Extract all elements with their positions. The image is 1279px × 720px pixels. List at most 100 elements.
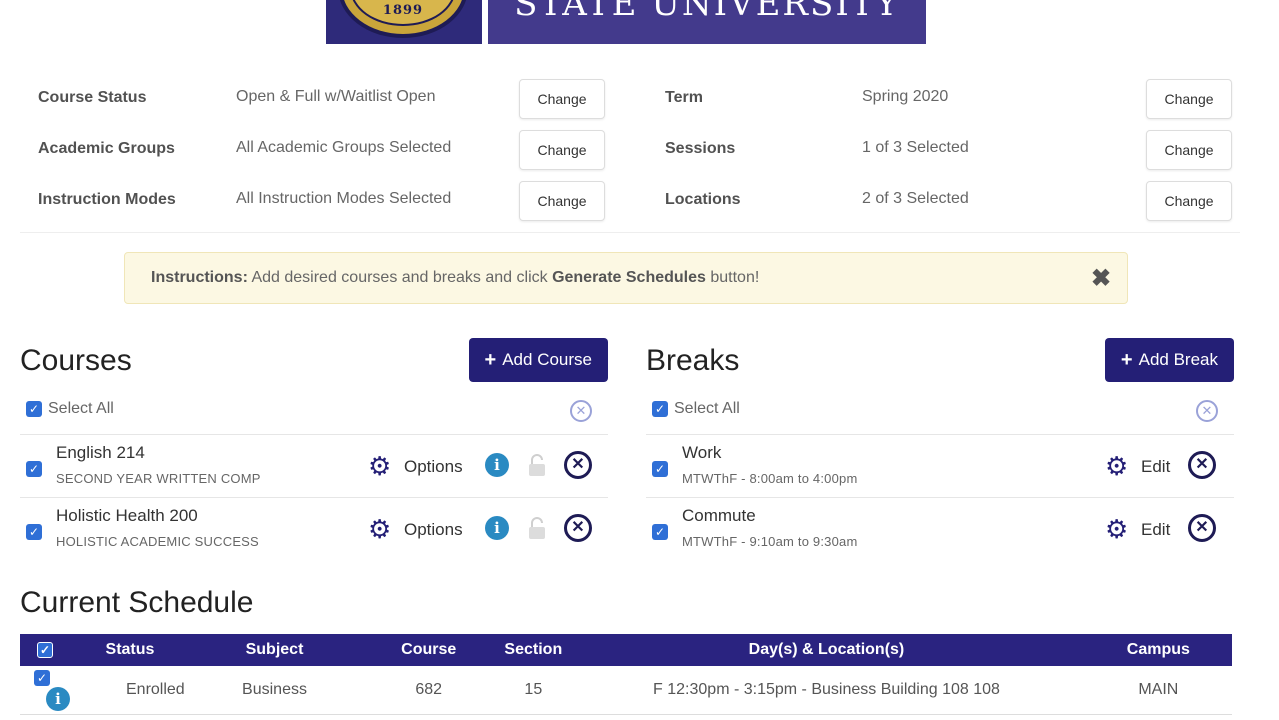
cell-subject: Business bbox=[189, 666, 360, 715]
gear-icon[interactable]: ⚙ bbox=[1105, 516, 1128, 542]
checkbox-checked-icon[interactable]: ✓ bbox=[34, 669, 50, 686]
add-break-label: Add Break bbox=[1138, 350, 1218, 369]
course-options-button[interactable]: Options bbox=[404, 520, 463, 540]
university-name-box: STATE UNIVERSITY bbox=[488, 0, 926, 44]
select-all-label: Select All bbox=[674, 400, 740, 417]
filter-value: All Academic Groups Selected bbox=[236, 139, 452, 156]
column-header-campus[interactable]: Campus bbox=[1084, 634, 1232, 666]
change-sessions-button[interactable]: Change bbox=[1146, 130, 1232, 170]
change-academic-groups-button[interactable]: Change bbox=[519, 130, 605, 170]
checkbox-checked-icon[interactable]: ✓ bbox=[652, 401, 668, 417]
instructions-text-before: Add desired courses and breaks and click bbox=[247, 269, 553, 286]
cell-days-location: F 12:30pm - 3:15pm - Business Building 1… bbox=[568, 666, 1085, 715]
clear-all-courses-icon[interactable]: ✕ bbox=[570, 400, 592, 422]
info-icon[interactable]: i bbox=[485, 516, 509, 540]
filter-academic-groups: Academic Groups bbox=[38, 129, 175, 169]
filter-label: Term bbox=[665, 89, 703, 106]
instructions-text-after: button! bbox=[705, 269, 760, 286]
filter-value: All Instruction Modes Selected bbox=[236, 190, 452, 207]
close-icon[interactable]: ✖ bbox=[1089, 267, 1113, 291]
column-header-subject[interactable]: Subject bbox=[189, 634, 360, 666]
checkbox-checked-icon[interactable]: ✓ bbox=[652, 461, 668, 477]
table-row: ✓ i Enrolled Business 682 15 F 12:30pm -… bbox=[20, 666, 1232, 715]
lock-open-icon[interactable] bbox=[527, 453, 547, 477]
gear-icon[interactable]: ⚙ bbox=[1105, 453, 1128, 479]
filter-label: Locations bbox=[665, 191, 741, 208]
cell-section: 15 bbox=[498, 666, 569, 715]
cell-status: Enrolled bbox=[70, 666, 190, 715]
university-banner: 1899 STATE UNIVERSITY bbox=[326, 0, 926, 44]
break-subtitle: MTWThF - 9:10am to 9:30am bbox=[682, 534, 858, 549]
course-subtitle: SECOND YEAR WRITTEN COMP bbox=[56, 471, 261, 486]
filter-label: Academic Groups bbox=[38, 140, 175, 157]
filter-label: Sessions bbox=[665, 140, 736, 157]
filter-label: Instruction Modes bbox=[38, 191, 176, 208]
info-icon[interactable]: i bbox=[46, 686, 70, 711]
filter-sessions: Sessions bbox=[665, 129, 735, 169]
filter-locations: Locations bbox=[665, 180, 741, 220]
column-header-status[interactable]: Status bbox=[70, 634, 190, 666]
schedule-table: ✓ Status Subject Course Section Day(s) &… bbox=[20, 634, 1232, 715]
remove-icon[interactable]: ✕ bbox=[564, 514, 592, 542]
checkbox-checked-icon[interactable]: ✓ bbox=[26, 524, 42, 540]
filter-course-status: Course Status bbox=[38, 78, 146, 118]
break-subtitle: MTWThF - 8:00am to 4:00pm bbox=[682, 471, 858, 486]
add-course-button[interactable]: + Add Course bbox=[468, 338, 608, 382]
filter-value: Spring 2020 bbox=[862, 88, 949, 105]
cell-course: 682 bbox=[359, 666, 499, 715]
row-select-cell: ✓ i bbox=[20, 666, 70, 715]
breaks-select-all[interactable]: ✓ Select All bbox=[652, 400, 740, 418]
header-checkbox-cell: ✓ bbox=[20, 634, 70, 666]
change-course-status-button[interactable]: Change bbox=[519, 79, 605, 119]
courses-select-all[interactable]: ✓ Select All bbox=[26, 400, 114, 418]
filter-label: Course Status bbox=[38, 89, 147, 106]
change-locations-button[interactable]: Change bbox=[1146, 181, 1232, 221]
break-edit-button[interactable]: Edit bbox=[1141, 520, 1170, 540]
courses-title: Courses bbox=[20, 344, 132, 377]
add-break-button[interactable]: + Add Break bbox=[1104, 338, 1234, 382]
break-title: Work bbox=[682, 443, 722, 462]
break-item: ✓ Work MTWThF - 8:00am to 4:00pm ⚙ Edit … bbox=[646, 434, 1234, 496]
clear-all-breaks-icon[interactable]: ✕ bbox=[1196, 400, 1218, 422]
filter-value: Open & Full w/Waitlist Open bbox=[236, 88, 436, 105]
divider bbox=[20, 232, 1240, 233]
add-course-label: Add Course bbox=[502, 350, 592, 369]
column-header-course[interactable]: Course bbox=[359, 634, 499, 666]
course-item: ✓ English 214 SECOND YEAR WRITTEN COMP ⚙… bbox=[20, 434, 608, 496]
lock-open-icon[interactable] bbox=[527, 516, 547, 540]
seal-box: 1899 bbox=[326, 0, 482, 44]
break-title: Commute bbox=[682, 506, 756, 525]
remove-icon[interactable]: ✕ bbox=[1188, 514, 1216, 542]
checkbox-checked-icon[interactable]: ✓ bbox=[26, 461, 42, 477]
change-term-button[interactable]: Change bbox=[1146, 79, 1232, 119]
course-item: ✓ Holistic Health 200 HOLISTIC ACADEMIC … bbox=[20, 497, 608, 559]
column-header-days-location[interactable]: Day(s) & Location(s) bbox=[568, 634, 1085, 666]
course-options-button[interactable]: Options bbox=[404, 457, 463, 477]
current-schedule-title: Current Schedule bbox=[20, 586, 254, 619]
instructions-alert: Instructions: Add desired courses and br… bbox=[124, 252, 1128, 304]
filter-value: 2 of 3 Selected bbox=[862, 190, 969, 207]
seal-year: 1899 bbox=[382, 3, 424, 18]
instructions-bold-text: Generate Schedules bbox=[552, 269, 706, 286]
remove-icon[interactable]: ✕ bbox=[564, 451, 592, 479]
cell-campus: MAIN bbox=[1084, 666, 1232, 715]
plus-icon: + bbox=[484, 348, 497, 371]
remove-icon[interactable]: ✕ bbox=[1188, 451, 1216, 479]
gear-icon[interactable]: ⚙ bbox=[368, 516, 391, 542]
checkbox-checked-icon[interactable]: ✓ bbox=[652, 524, 668, 540]
plus-icon: + bbox=[1120, 348, 1133, 371]
course-title: Holistic Health 200 bbox=[56, 506, 198, 525]
change-instruction-modes-button[interactable]: Change bbox=[519, 181, 605, 221]
checkbox-checked-icon[interactable]: ✓ bbox=[26, 401, 42, 417]
break-edit-button[interactable]: Edit bbox=[1141, 457, 1170, 477]
break-item: ✓ Commute MTWThF - 9:10am to 9:30am ⚙ Ed… bbox=[646, 497, 1234, 559]
course-title: English 214 bbox=[56, 443, 145, 462]
gear-icon[interactable]: ⚙ bbox=[368, 453, 391, 479]
instructions-prefix: Instructions: bbox=[151, 269, 248, 286]
checkbox-checked-icon[interactable]: ✓ bbox=[37, 642, 53, 658]
column-header-section[interactable]: Section bbox=[498, 634, 569, 666]
filter-instruction-modes: Instruction Modes bbox=[38, 180, 176, 220]
course-subtitle: HOLISTIC ACADEMIC SUCCESS bbox=[56, 534, 259, 549]
info-icon[interactable]: i bbox=[485, 453, 509, 477]
table-header-row: ✓ Status Subject Course Section Day(s) &… bbox=[20, 634, 1232, 666]
